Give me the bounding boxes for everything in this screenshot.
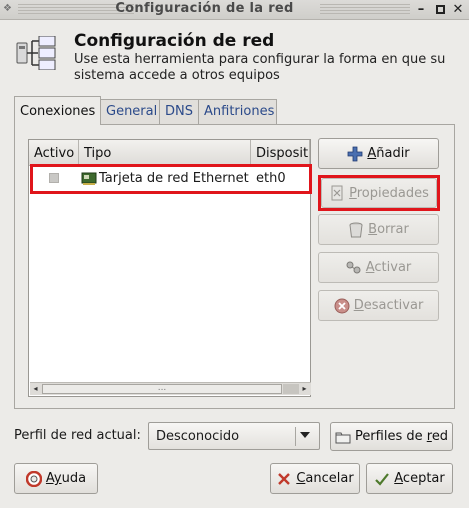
column-header-dispositivo[interactable]: Dispositi (251, 140, 310, 166)
checkmark-icon (375, 472, 390, 486)
accept-button[interactable]: Aceptar (366, 463, 453, 494)
tab-label: General (106, 104, 158, 119)
tab-label: Anfitriones (204, 104, 275, 119)
page-description: Use esta herramienta para configurar la … (74, 52, 446, 83)
profiles-button[interactable]: Perfiles de red (330, 422, 453, 451)
scrollbar-trough (283, 384, 299, 394)
connection-type: Tarjeta de red Ethernet (99, 171, 249, 186)
tab-anfitriones[interactable]: Anfitriones (198, 99, 277, 124)
connection-device: eth0 (256, 171, 286, 186)
active-checkbox[interactable] (49, 173, 59, 183)
folder-icon (335, 432, 351, 443)
scroll-left-icon[interactable]: ◂ (30, 383, 41, 395)
trash-icon (349, 222, 363, 237)
column-header-tipo[interactable]: Tipo (79, 140, 251, 166)
title-bar-grip (320, 4, 410, 15)
help-button[interactable]: Ayuda (14, 463, 98, 494)
close-icon[interactable]: ✕ (451, 2, 465, 17)
tab-dns[interactable]: DNS (159, 99, 199, 124)
scrollbar-thumb[interactable]: ... (42, 384, 282, 394)
minimize-icon[interactable]: – (414, 2, 428, 17)
combo-separator (295, 427, 296, 446)
cancel-icon (278, 472, 291, 485)
connections-list[interactable]: Activo Tipo Dispositi Tarjeta de red Eth… (28, 139, 311, 397)
scroll-right-icon[interactable]: ▸ (299, 383, 310, 395)
profile-label: Perfil de red actual: (14, 428, 141, 443)
lifebuoy-icon (25, 470, 42, 487)
horizontal-scrollbar[interactable]: ◂ ... ▸ (30, 382, 311, 395)
activate-button[interactable]: Activar (318, 252, 439, 283)
column-header-activo[interactable]: Activo (29, 140, 79, 166)
page-title: Configuración de red (74, 31, 275, 51)
cancel-button[interactable]: Cancelar (270, 463, 360, 494)
table-row[interactable]: Tarjeta de red Ethernet eth0 (29, 167, 310, 191)
add-button[interactable]: Añadir (318, 138, 439, 169)
deactivate-icon (334, 298, 350, 313)
properties-icon (331, 185, 343, 201)
maximize-icon[interactable] (433, 2, 447, 17)
profile-select-value: Desconocido (156, 429, 240, 444)
network-config-icon (16, 36, 56, 70)
profile-select[interactable]: Desconocido (148, 422, 320, 450)
activate-icon (346, 261, 361, 273)
tab-conexiones[interactable]: Conexiones (14, 96, 101, 125)
chevron-down-icon[interactable] (300, 432, 310, 438)
delete-button[interactable]: Borrar (318, 214, 439, 245)
tab-label: DNS (165, 104, 193, 119)
properties-button[interactable]: Propiedades (321, 178, 437, 208)
ethernet-card-icon (81, 172, 97, 185)
title-bar[interactable]: ❖ Configuración de la red – ✕ (0, 0, 469, 20)
tab-general[interactable]: General (100, 99, 160, 124)
add-icon (347, 146, 363, 161)
deactivate-button[interactable]: Desactivar (318, 290, 439, 321)
tab-label: Conexiones (20, 104, 96, 119)
